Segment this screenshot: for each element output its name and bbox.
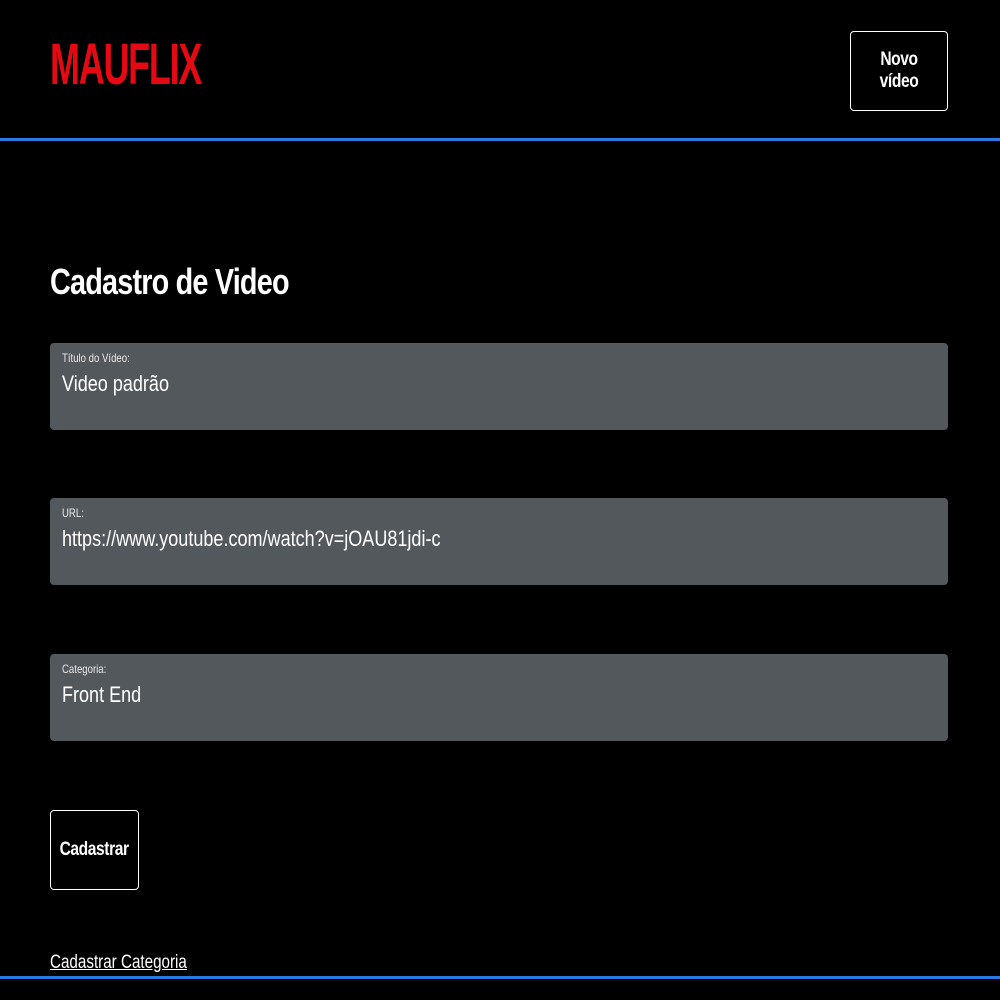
footer-divider [0,976,1000,979]
page-title: Cadastro de Video [50,261,290,302]
video-title-field[interactable]: Título do Vídeo: Video padrão [50,343,948,430]
url-input[interactable]: https://www.youtube.com/watch?v=jOAU81jd… [62,526,441,552]
header: MAUFLIX Novo vídeo [0,0,1000,141]
category-label: Categoria: [62,662,107,676]
new-video-button[interactable]: Novo vídeo [850,31,948,111]
register-category-link[interactable]: Cadastrar Categoria [50,952,187,974]
url-label: URL: [62,506,84,520]
submit-button[interactable]: Cadastrar [50,810,139,890]
submit-button-label: Cadastrar [59,839,130,860]
page: MAUFLIX Novo vídeo Cadastro de Video Tít… [0,0,1000,1000]
new-video-button-label: Novo vídeo [879,49,919,92]
logo[interactable]: MAUFLIX [50,26,202,104]
video-title-input[interactable]: Video padrão [62,371,169,397]
video-title-label: Título do Vídeo: [62,351,130,365]
category-select[interactable]: Front End [62,682,141,708]
category-field[interactable]: Categoria: Front End [50,654,948,741]
url-field[interactable]: URL: https://www.youtube.com/watch?v=jOA… [50,498,948,585]
